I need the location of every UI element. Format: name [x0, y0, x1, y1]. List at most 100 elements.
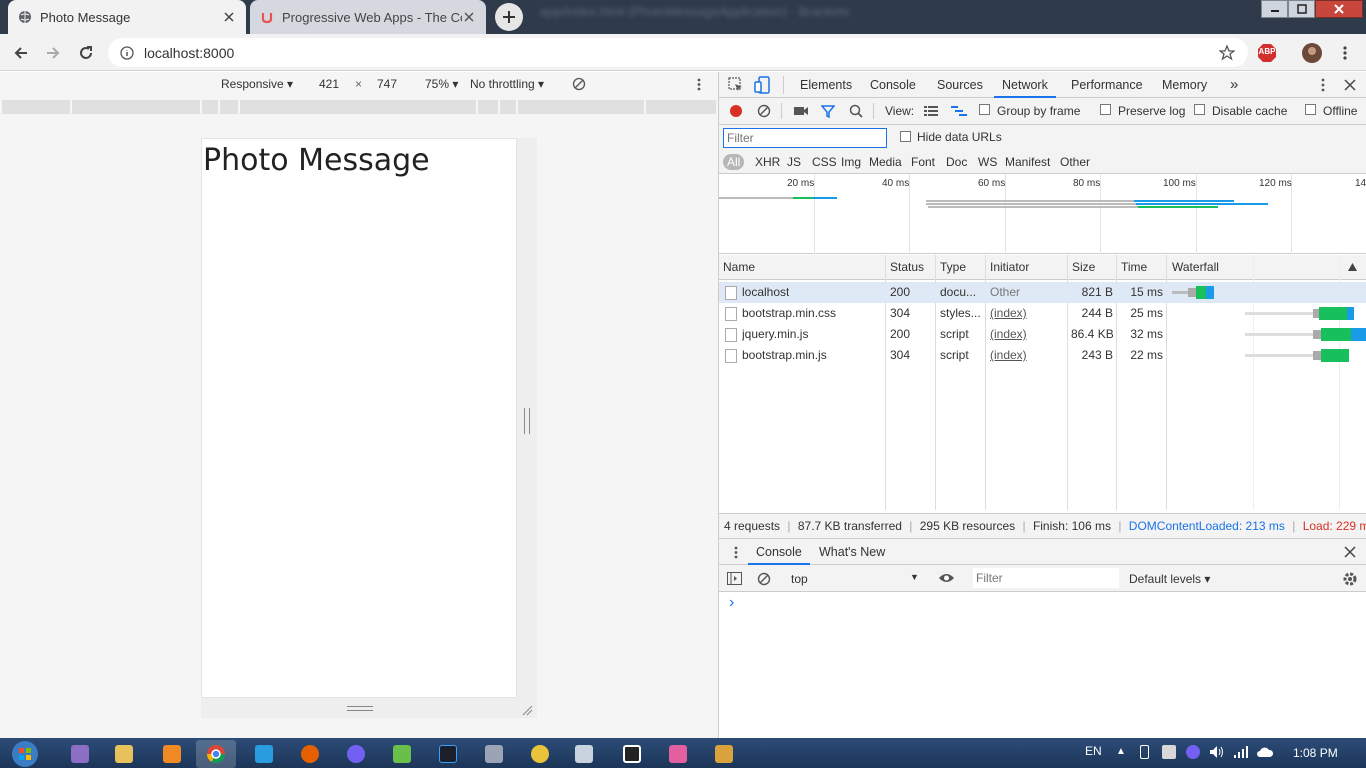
tab-progressive-web-apps[interactable]: Progressive Web Apps - The Con — [250, 0, 486, 34]
battery-icon[interactable] — [1140, 745, 1149, 759]
clear-icon[interactable] — [757, 104, 771, 118]
cloud-icon[interactable] — [1256, 745, 1274, 759]
new-tab-button[interactable] — [495, 3, 523, 31]
taskbar-app-icon[interactable] — [60, 740, 100, 768]
col-name[interactable]: Name — [719, 255, 755, 280]
volume-icon[interactable] — [1209, 745, 1225, 759]
table-row[interactable]: jquery.min.js 200 script (index) 86.4 KB… — [719, 324, 1366, 345]
chrome-icon[interactable] — [196, 740, 236, 768]
book-app-icon[interactable] — [612, 740, 652, 768]
filter-js[interactable]: JS — [783, 154, 805, 170]
throttling-select[interactable]: No throttling ▾ — [470, 77, 544, 91]
media-player-icon[interactable] — [152, 740, 192, 768]
request-initiator[interactable]: (index) — [990, 303, 1027, 324]
yandex-icon[interactable] — [520, 740, 560, 768]
filter-other[interactable]: Other — [1056, 154, 1094, 170]
corner-resize-icon[interactable] — [521, 704, 533, 716]
close-devtools-icon[interactable] — [1344, 79, 1356, 91]
back-button[interactable] — [10, 42, 32, 64]
tab-sources[interactable]: Sources — [929, 72, 991, 98]
filter-doc[interactable]: Doc — [942, 154, 971, 170]
filter-css[interactable]: CSS — [808, 154, 841, 170]
network-overview[interactable]: 20 ms 40 ms 60 ms 80 ms 100 ms 120 ms 14 — [719, 174, 1366, 254]
request-initiator[interactable]: (index) — [990, 345, 1027, 366]
col-initiator[interactable]: Initiator — [986, 255, 1029, 280]
filter-img[interactable]: Img — [837, 154, 865, 170]
avatar[interactable] — [1301, 42, 1323, 64]
col-time[interactable]: Time — [1117, 255, 1147, 280]
address-bar[interactable]: localhost:8000 — [108, 38, 1248, 67]
media-query-bar[interactable] — [646, 100, 716, 114]
waterfall-view-icon[interactable] — [951, 105, 967, 117]
sidebar-toggle-icon[interactable] — [727, 572, 742, 585]
filter-all[interactable]: All — [723, 154, 745, 170]
close-drawer-icon[interactable] — [1344, 546, 1356, 558]
capture-screenshots-icon[interactable] — [793, 105, 809, 117]
console-filter-input[interactable] — [973, 568, 1119, 588]
search-icon[interactable] — [849, 104, 863, 118]
sort-up-icon[interactable] — [1348, 263, 1357, 271]
forward-button[interactable] — [42, 42, 64, 64]
rotate-icon[interactable] — [572, 77, 586, 91]
drawer-tab-whats-new[interactable]: What's New — [811, 539, 893, 565]
media-query-bar[interactable] — [220, 100, 238, 114]
context-selector[interactable]: top — [791, 572, 808, 586]
filter-xhr[interactable]: XHR — [751, 154, 784, 170]
request-initiator[interactable]: (index) — [990, 324, 1027, 345]
info-icon[interactable] — [120, 45, 134, 60]
drawer-tab-console[interactable]: Console — [748, 539, 810, 565]
tab-elements[interactable]: Elements — [792, 72, 860, 98]
close-window-button[interactable] — [1315, 0, 1363, 18]
resize-gutter-right[interactable] — [517, 138, 537, 718]
close-tab-icon[interactable] — [462, 10, 476, 24]
inspect-element-icon[interactable] — [728, 77, 744, 93]
media-query-bar[interactable] — [478, 100, 498, 114]
vscode-icon[interactable] — [244, 740, 284, 768]
flag-icon[interactable] — [1162, 745, 1176, 759]
filter-manifest[interactable]: Manifest — [1001, 154, 1054, 170]
resize-handle-icon[interactable] — [347, 706, 373, 711]
tab-console[interactable]: Console — [862, 72, 924, 98]
width-input[interactable]: 421 — [319, 77, 339, 91]
media-query-bar[interactable] — [240, 100, 476, 114]
media-query-bar[interactable] — [72, 100, 200, 114]
request-name[interactable]: jquery.min.js — [742, 324, 808, 345]
media-query-bar[interactable] — [518, 100, 644, 114]
console-output[interactable]: › — [719, 593, 1366, 738]
filter-input[interactable] — [723, 128, 887, 148]
record-button[interactable] — [729, 104, 743, 118]
devtools-menu-icon[interactable] — [1321, 78, 1325, 92]
signal-icon[interactable] — [1233, 745, 1249, 759]
tab-memory[interactable]: Memory — [1154, 72, 1215, 98]
col-waterfall[interactable]: Waterfall — [1168, 255, 1219, 280]
start-button[interactable] — [4, 740, 46, 768]
speaker-app-icon[interactable] — [474, 740, 514, 768]
tab-photo-message[interactable]: Photo Message — [8, 0, 246, 34]
col-status[interactable]: Status — [886, 255, 924, 280]
window-app-icon[interactable] — [564, 740, 604, 768]
viber-tray-icon[interactable] — [1186, 745, 1200, 759]
file-explorer-icon[interactable] — [104, 740, 144, 768]
device-toggle-icon[interactable] — [754, 76, 770, 94]
tray-expand-icon[interactable]: ▲ — [1116, 746, 1126, 757]
language-indicator[interactable]: EN — [1085, 744, 1102, 758]
media-query-bar[interactable] — [202, 100, 218, 114]
drawer-menu-icon[interactable] — [734, 546, 738, 559]
request-name[interactable]: bootstrap.min.css — [742, 303, 836, 324]
utorrent-icon[interactable] — [382, 740, 422, 768]
large-rows-icon[interactable] — [924, 105, 938, 117]
height-input[interactable]: 747 — [377, 77, 397, 91]
gear-icon[interactable] — [1342, 571, 1358, 587]
maximize-button[interactable] — [1288, 0, 1315, 18]
request-name[interactable]: localhost — [742, 282, 789, 303]
resize-handle-icon[interactable] — [524, 408, 530, 434]
log-levels-select[interactable]: Default levels ▾ — [1129, 572, 1210, 586]
eye-icon[interactable] — [938, 572, 955, 584]
hide-data-urls-checkbox[interactable] — [900, 131, 911, 142]
disable-cache-checkbox[interactable] — [1194, 104, 1205, 115]
media-query-bar[interactable] — [500, 100, 516, 114]
table-row[interactable]: bootstrap.min.js 304 script (index) 243 … — [719, 345, 1366, 366]
filter-media[interactable]: Media — [865, 154, 906, 170]
viber-icon[interactable] — [336, 740, 376, 768]
network-app-icon[interactable] — [704, 740, 744, 768]
